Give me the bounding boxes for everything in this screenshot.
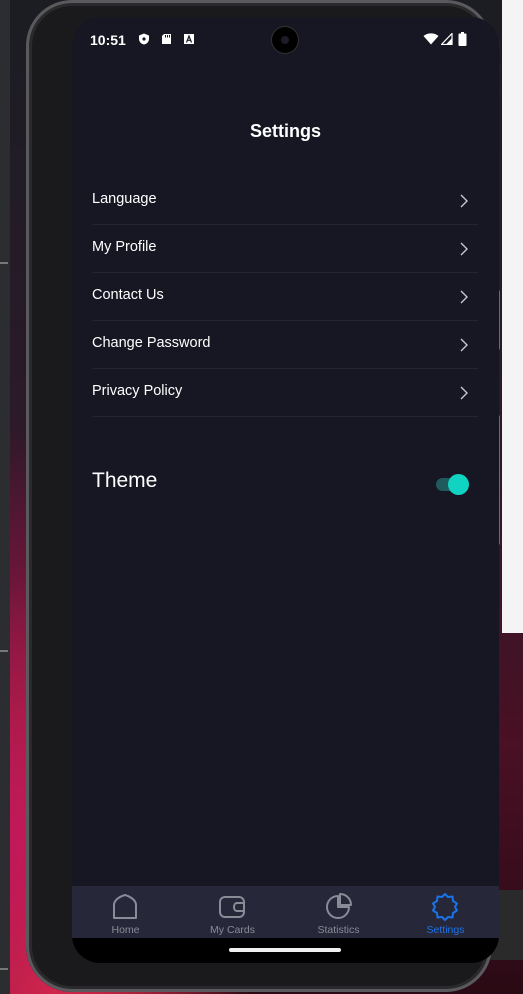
menu-item-change-password[interactable]: Change Password [92,321,478,369]
chevron-right-icon [460,194,468,208]
shield-icon [139,33,149,45]
nav-label: Settings [426,924,465,936]
code-editor-edge: 4 3 6 [495,0,523,633]
nav-item-my-cards[interactable]: My Cards [179,886,286,938]
status-bar: 10:51 [72,17,499,63]
nav-label: Statistics [317,924,360,936]
battery-icon [458,32,467,46]
nav-item-statistics[interactable]: Statistics [285,886,392,938]
sd-card-icon [162,34,171,44]
menu-item-label: Language [92,191,157,207]
home-icon [113,894,137,919]
menu-item-contact-us[interactable]: Contact Us [92,273,478,321]
theme-row: Theme [92,467,478,507]
menu-item-language[interactable]: Language [92,177,478,225]
menu-item-label: Privacy Policy [92,383,183,399]
chevron-right-icon [460,338,468,352]
chevron-right-icon [460,290,468,304]
theme-toggle[interactable] [436,473,470,495]
nav-item-settings[interactable]: Settings [392,886,499,938]
menu-item-privacy-policy[interactable]: Privacy Policy [92,369,478,417]
nav-label: Home [111,924,140,936]
settings-menu: Language My Profile Contact Us Change Pa… [92,177,478,417]
chevron-right-icon [460,386,468,400]
status-time: 10:51 [90,32,126,48]
font-icon [184,34,194,44]
theme-label: Theme [92,469,158,492]
nav-item-home[interactable]: Home [72,886,179,938]
menu-item-label: Contact Us [92,287,164,303]
wallet-icon [219,896,245,918]
home-gesture-bar[interactable] [229,948,341,952]
wifi-icon [423,33,439,45]
pie-chart-icon [326,893,352,919]
toggle-knob [448,474,469,495]
front-camera [272,27,298,53]
phone-screen: 10:51 Settings Language My Profile Conta… [72,17,499,963]
phone-frame: 10:51 Settings Language My Profile Conta… [26,0,499,992]
menu-item-label: Change Password [92,335,211,351]
signal-icon [441,33,453,45]
bottom-nav: Home My Cards Statistics Settings [72,886,499,938]
gesture-area [72,938,499,963]
emulator-side-panel [0,0,10,994]
nav-label: My Cards [210,924,255,936]
page-title: Settings [249,121,321,141]
menu-item-label: My Profile [92,239,157,255]
gear-icon [432,893,458,921]
chevron-right-icon [460,242,468,256]
menu-item-my-profile[interactable]: My Profile [92,225,478,273]
